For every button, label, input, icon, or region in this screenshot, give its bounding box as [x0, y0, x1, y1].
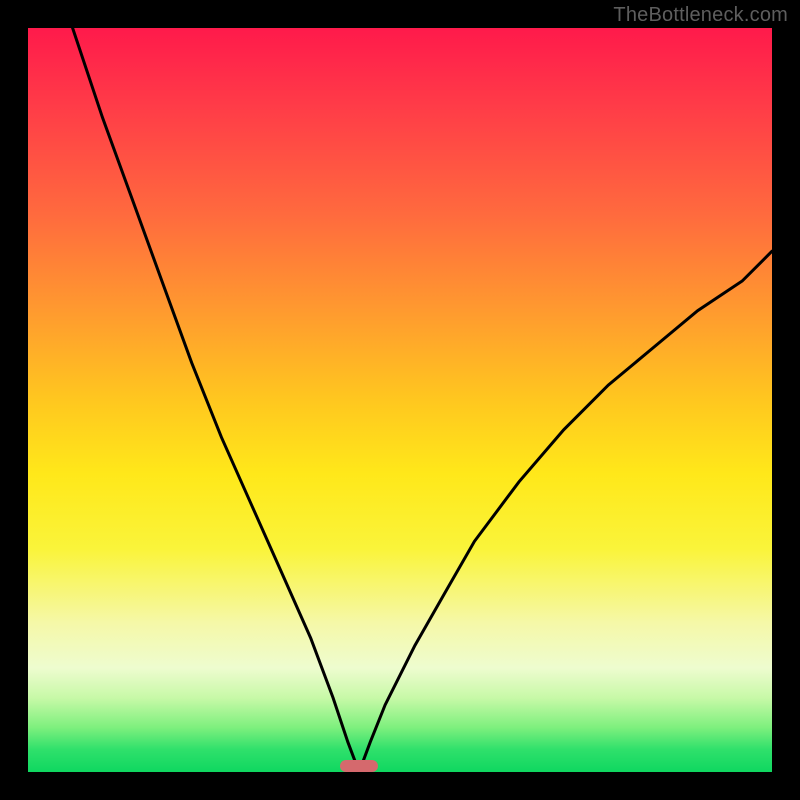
plot-area	[28, 28, 772, 772]
watermark-label: TheBottleneck.com	[613, 4, 788, 27]
minimum-marker	[340, 760, 378, 772]
bottleneck-curve	[28, 28, 772, 772]
chart-frame: TheBottleneck.com	[0, 0, 800, 800]
